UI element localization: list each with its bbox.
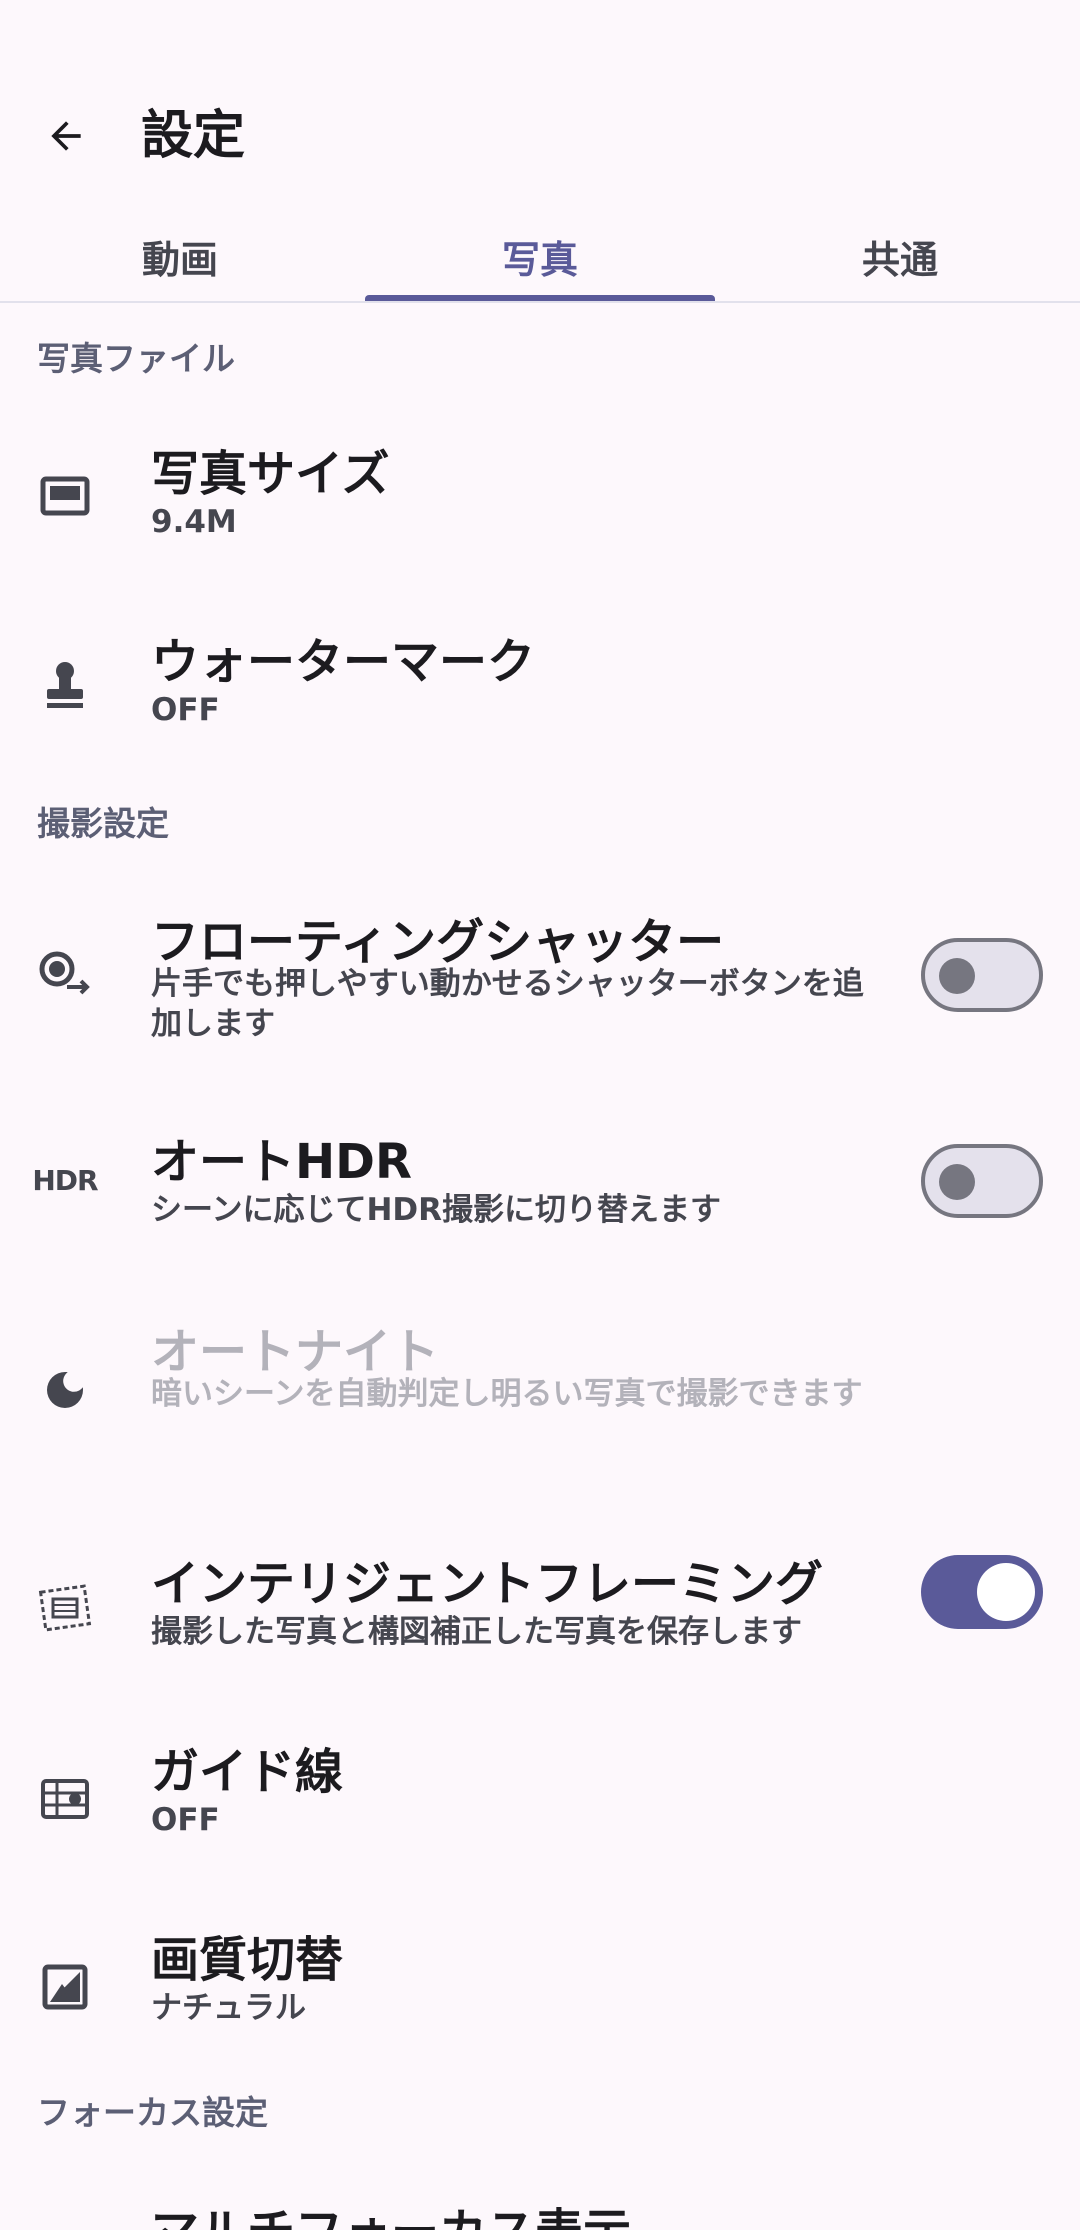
setting-auto-night: オートナイト 暗いシーンを自動判定し明るい写真で撮影できます	[0, 1290, 1080, 1490]
tab-photo[interactable]: 写真	[360, 210, 720, 302]
setting-photo-size[interactable]: 写真サイズ 9.4M	[0, 410, 1080, 580]
setting-title: マルチフォーカス表示	[151, 2192, 631, 2230]
tab-bar: 動画 写真 共通	[0, 210, 1080, 302]
setting-title: インテリジェントフレーミング	[151, 1556, 824, 1612]
setting-description: 撮影した写真と構図補正した写真を保存します	[151, 1614, 802, 1650]
tab-divider	[0, 301, 1080, 303]
grid-lines-icon	[35, 1769, 95, 1829]
setting-image-quality[interactable]: 画質切替 ナチュラル	[0, 1900, 1080, 2070]
setting-title: 写真サイズ	[151, 446, 390, 502]
setting-description: 片手でも押しやすい動かせるシャッターボタンを追加します	[151, 966, 864, 1042]
setting-title: ウォーターマーク	[151, 634, 536, 690]
toggle-knob	[939, 1164, 975, 1200]
image-quality-icon	[35, 1957, 95, 2017]
tab-video[interactable]: 動画	[0, 210, 360, 302]
tab-common[interactable]: 共通	[720, 210, 1080, 302]
setting-floating-shutter[interactable]: フローティングシャッター 片手でも押しやすい動かせるシャッターボタンを追加します	[0, 880, 1080, 1080]
framing-icon	[35, 1578, 95, 1638]
setting-auto-hdr[interactable]: HDR オートHDR シーンに応じてHDR撮影に切り替えます	[0, 1100, 1080, 1260]
toggle-knob	[977, 1563, 1035, 1621]
setting-description: 暗いシーンを自動判定し明るい写真で撮影できます	[151, 1376, 863, 1412]
auto-hdr-toggle[interactable]	[921, 1144, 1043, 1218]
setting-intelligent-framing[interactable]: インテリジェントフレーミング 撮影した写真と構図補正した写真を保存します	[0, 1530, 1080, 1690]
section-header-shooting: 撮影設定	[37, 804, 169, 843]
setting-value: 9.4M	[151, 504, 237, 540]
arrow-back-icon	[51, 121, 81, 151]
floating-shutter-toggle[interactable]	[921, 938, 1043, 1012]
setting-value: OFF	[151, 692, 220, 728]
setting-title: ガイド線	[151, 1744, 344, 1800]
setting-title: オートナイト	[151, 1324, 440, 1380]
hdr-icon: HDR	[32, 1163, 98, 1197]
setting-title: フローティングシャッター	[151, 914, 725, 970]
setting-description: シーンに応じてHDR撮影に切り替えます	[151, 1192, 721, 1228]
setting-value: ナチュラル	[151, 1990, 306, 2026]
toggle-knob	[939, 958, 975, 994]
setting-watermark[interactable]: ウォーターマーク OFF	[0, 598, 1080, 768]
setting-title: オートHDR	[151, 1134, 412, 1190]
setting-value: OFF	[151, 1802, 220, 1838]
setting-grid-lines[interactable]: ガイド線 OFF	[0, 1712, 1080, 1882]
setting-title: 画質切替	[151, 1932, 344, 1988]
section-header-focus: フォーカス設定	[37, 2093, 268, 2132]
back-button[interactable]	[30, 100, 102, 172]
moon-icon	[35, 1360, 95, 1420]
floating-shutter-icon	[35, 945, 95, 1005]
photo-size-icon	[35, 467, 95, 527]
intelligent-framing-toggle[interactable]	[921, 1555, 1043, 1629]
stamp-icon	[35, 655, 95, 715]
section-header-photo-file: 写真ファイル	[37, 339, 235, 378]
top-app-bar: 設定	[0, 0, 1080, 210]
page-title: 設定	[141, 106, 246, 166]
setting-multi-focus[interactable]: マルチフォーカス表示	[0, 2170, 1080, 2230]
